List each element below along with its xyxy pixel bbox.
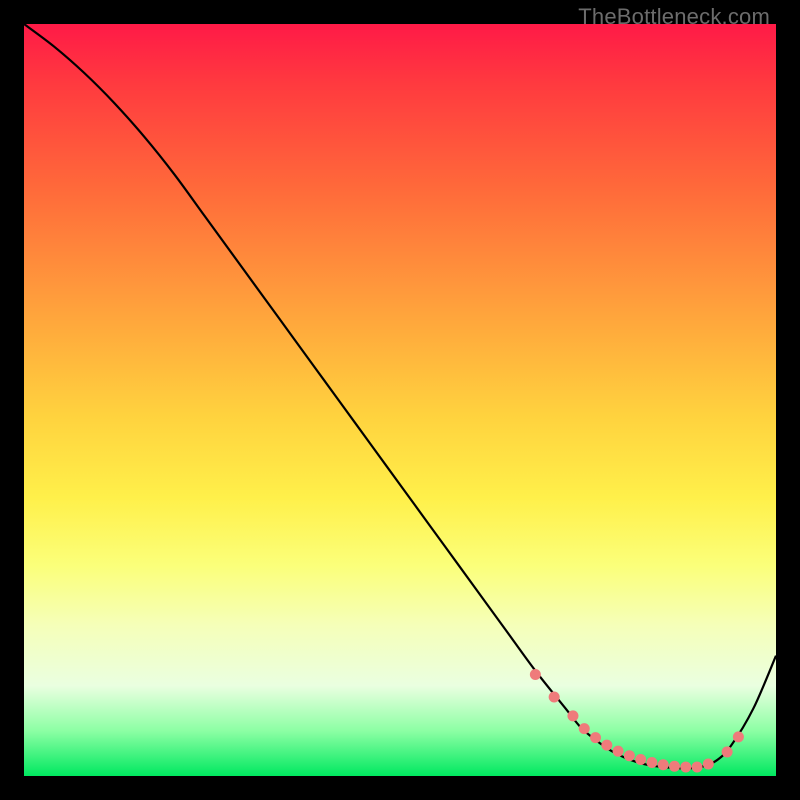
curve-marker-dot <box>669 761 680 772</box>
watermark-text: TheBottleneck.com <box>578 4 770 30</box>
curve-marker-dot <box>579 723 590 734</box>
curve-marker-dot <box>567 710 578 721</box>
curve-marker-dot <box>549 692 560 703</box>
curve-marker-dot <box>733 731 744 742</box>
chart-frame: TheBottleneck.com <box>0 0 800 800</box>
chart-svg <box>24 24 776 776</box>
curve-marker-dot <box>601 740 612 751</box>
curve-marker-dot <box>530 669 541 680</box>
curve-marker-dot <box>680 761 691 772</box>
curve-marker-dot <box>613 746 624 757</box>
curve-marker-dot <box>590 732 601 743</box>
curve-marker-dot <box>692 761 703 772</box>
curve-marker-dot <box>635 754 646 765</box>
curve-marker-dot <box>658 759 669 770</box>
bottleneck-curve <box>24 24 776 768</box>
curve-marker-dot <box>646 757 657 768</box>
curve-marker-dots <box>530 669 744 772</box>
curve-marker-dot <box>703 758 714 769</box>
curve-marker-dot <box>722 746 733 757</box>
curve-marker-dot <box>624 750 635 761</box>
